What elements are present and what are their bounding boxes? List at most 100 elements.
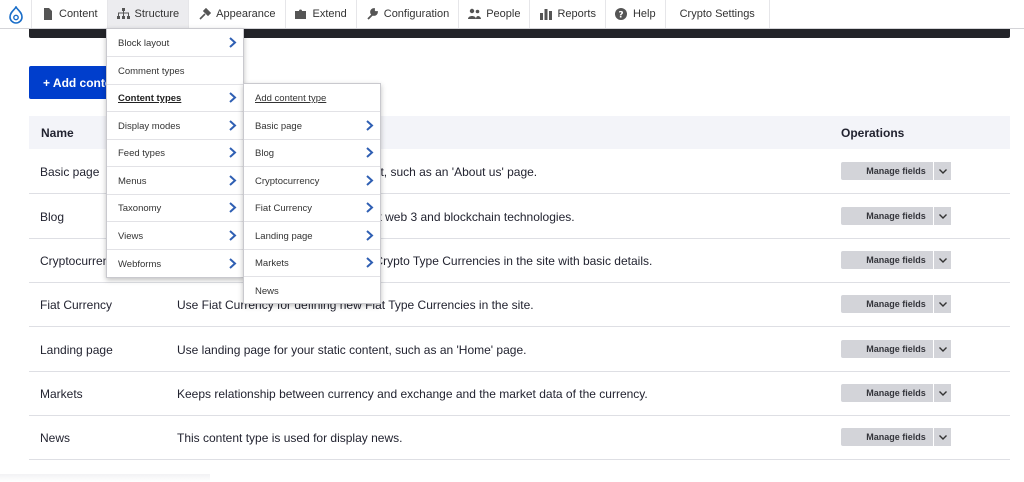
menu-item-label: Comment types (118, 66, 185, 77)
menu-item-content-types[interactable]: Content types (107, 84, 243, 112)
menu-item-label: Menus (118, 176, 147, 187)
scroll-shadow (0, 474, 210, 482)
menu-item-label: Blog (255, 148, 275, 159)
operations-dropdown-toggle[interactable] (933, 207, 951, 225)
wrench-icon (366, 8, 379, 21)
content-type-description: Use landing page for your static content… (177, 343, 527, 357)
menu-item-block-layout[interactable]: Block layout (107, 29, 243, 57)
menu-item-feed-types[interactable]: Feed types (107, 139, 243, 167)
content-type-description: This content type is used for display ne… (177, 431, 403, 445)
content-types-submenu: Add content type Basic page Blog Cryptoc… (243, 83, 381, 304)
menu-item-display-modes[interactable]: Display modes (107, 112, 243, 140)
toolbar-help[interactable]: ? Help (604, 0, 665, 28)
admin-toolbar: Content Structure Appearance Extend Conf… (0, 0, 1024, 29)
toolbar-structure-label: Structure (134, 8, 180, 20)
menu-item-label: Landing page (255, 231, 313, 242)
toolbar-reports[interactable]: Reports (529, 0, 605, 28)
people-icon (468, 8, 482, 21)
chevron-right-icon (229, 147, 237, 158)
toolbar-people[interactable]: People (458, 0, 529, 28)
toolbar-content-label: Content (59, 8, 98, 20)
toolbar-appearance-label: Appearance (216, 8, 276, 20)
menu-item-blog[interactable]: Blog (244, 139, 380, 167)
content-type-name: Blog (40, 210, 65, 224)
chevron-down-icon (938, 390, 947, 396)
chevron-down-icon (938, 434, 947, 440)
svg-text:?: ? (619, 11, 624, 21)
chevron-right-icon (229, 258, 237, 269)
menu-item-markets[interactable]: Markets (244, 249, 380, 277)
menu-item-add-content-type[interactable]: Add content type (244, 84, 380, 112)
toolbar-people-label: People (486, 8, 521, 20)
chevron-right-icon (366, 257, 374, 268)
menu-item-label: Markets (255, 258, 289, 269)
menu-item-menus[interactable]: Menus (107, 167, 243, 195)
toolbar-extend-label: Extend (312, 8, 347, 20)
column-header-operations: Operations (841, 126, 905, 140)
column-header-name: Name (41, 126, 74, 140)
puzzle-icon (295, 8, 308, 21)
menu-item-label: Views (118, 231, 144, 242)
toolbar-structure[interactable]: Structure (106, 0, 189, 28)
toolbar-reports-label: Reports (557, 8, 596, 20)
menu-item-label: Display modes (118, 121, 181, 132)
chevron-right-icon (229, 37, 237, 48)
menu-item-fiat-currency[interactable]: Fiat Currency (244, 194, 380, 222)
chevron-right-icon (229, 230, 237, 241)
menu-item-webforms[interactable]: Webforms (107, 250, 243, 278)
help-icon: ? (615, 8, 628, 21)
toolbar-crypto-settings[interactable]: Crypto Settings (664, 0, 770, 28)
content-type-name: Landing page (40, 343, 113, 357)
menu-item-basic-page[interactable]: Basic page (244, 112, 380, 140)
menu-item-comment-types[interactable]: Comment types (107, 57, 243, 85)
chevron-right-icon (229, 120, 237, 131)
table-row: Markets Keeps relationship between curre… (29, 371, 1010, 416)
toolbar-configuration-label: Configuration (383, 8, 450, 20)
chevron-right-icon (366, 230, 374, 241)
file-icon (41, 8, 54, 21)
toolbar-configuration[interactable]: Configuration (355, 0, 458, 28)
menu-item-label: Taxonomy (118, 203, 162, 214)
operations-dropdown-toggle[interactable] (933, 340, 951, 358)
menu-item-label: News (255, 286, 279, 297)
operations-dropdown-toggle[interactable] (933, 162, 951, 180)
toolbar-help-label: Help (632, 8, 656, 20)
brush-icon (198, 8, 211, 21)
menu-item-cryptocurrency[interactable]: Cryptocurrency (244, 167, 380, 195)
chevron-right-icon (366, 147, 374, 158)
structure-dropdown-menu: Block layout Comment types Content types… (106, 28, 244, 278)
content-type-name: News (40, 431, 71, 445)
chevron-down-icon (938, 346, 947, 352)
menu-item-views[interactable]: Views (107, 222, 243, 250)
menu-item-landing-page[interactable]: Landing page (244, 222, 380, 250)
chevron-right-icon (229, 202, 237, 213)
operations-dropdown-toggle[interactable] (933, 384, 951, 402)
menu-item-news[interactable]: News (244, 277, 380, 305)
bar-chart-icon (539, 8, 552, 21)
chevron-right-icon (366, 120, 374, 131)
chevron-down-icon (938, 301, 947, 307)
toolbar-appearance[interactable]: Appearance (188, 0, 284, 28)
menu-item-label: Basic page (255, 121, 303, 132)
chevron-down-icon (938, 213, 947, 219)
content-type-name: Fiat Currency (40, 298, 113, 312)
menu-item-label: Block layout (118, 38, 170, 49)
menu-item-taxonomy[interactable]: Taxonomy (107, 194, 243, 222)
drupal-logo-icon[interactable] (0, 0, 31, 29)
chevron-right-icon (229, 175, 237, 186)
table-row: News This content type is used for displ… (29, 415, 1010, 460)
operations-dropdown-toggle[interactable] (933, 428, 951, 446)
table-row: Landing page Use landing page for your s… (29, 327, 1010, 372)
toolbar-extend[interactable]: Extend (284, 0, 356, 28)
chevron-down-icon (938, 168, 947, 174)
chevron-right-icon (366, 202, 374, 213)
operations-dropdown-toggle[interactable] (933, 295, 951, 313)
content-type-name: Basic page (40, 165, 100, 179)
menu-item-label: Cryptocurrency (255, 176, 320, 187)
table-row: Fiat Currency Use Fiat Currency for defi… (29, 282, 1010, 327)
chevron-right-icon (366, 175, 374, 186)
operations-dropdown-toggle[interactable] (933, 251, 951, 269)
toolbar-crypto-settings-label: Crypto Settings (679, 8, 755, 20)
chevron-down-icon (938, 257, 947, 263)
toolbar-content[interactable]: Content (31, 0, 107, 28)
